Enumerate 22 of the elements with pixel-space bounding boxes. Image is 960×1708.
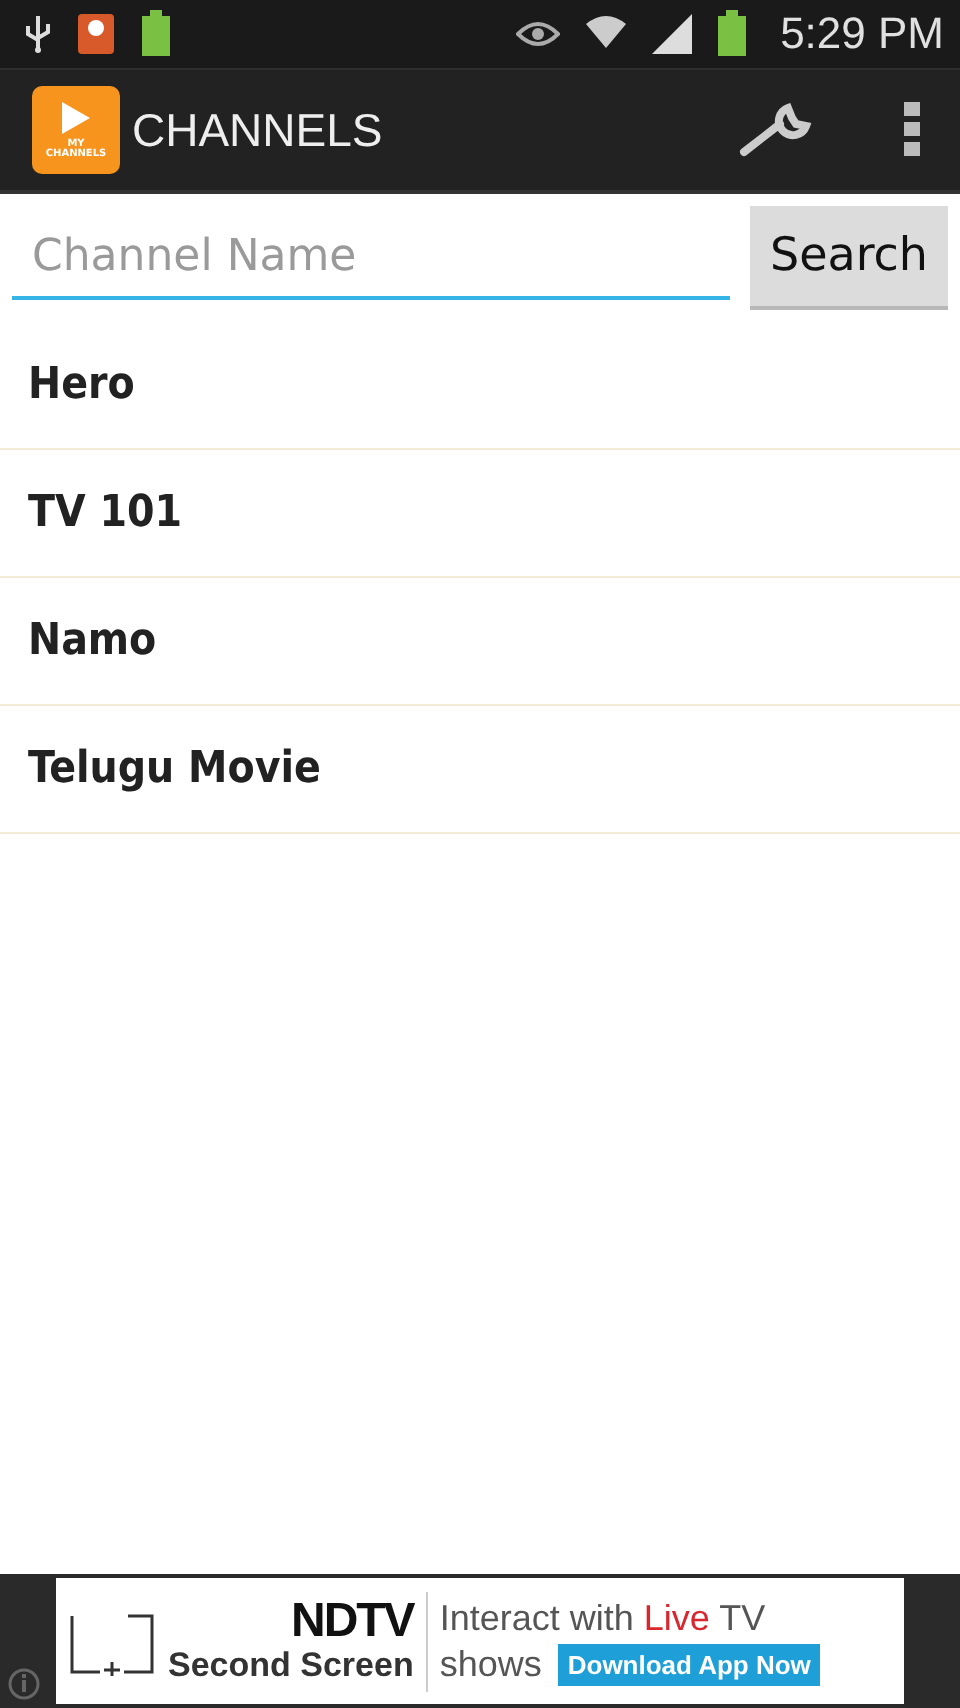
channel-row[interactable]: TV 101 [0, 450, 960, 578]
wrench-icon[interactable] [736, 100, 816, 160]
usb-icon [24, 14, 52, 54]
overflow-menu-icon[interactable] [904, 102, 920, 158]
channel-row[interactable]: Namo [0, 578, 960, 706]
info-icon[interactable] [8, 1668, 40, 1700]
search-button[interactable]: Search [749, 206, 948, 310]
channel-row[interactable]: Hero [0, 322, 960, 450]
battery-full-icon [140, 10, 172, 58]
battery-icon [716, 10, 749, 58]
clock: 5:29 PM [780, 8, 944, 60]
channel-name-field[interactable]: Channel Name [12, 216, 730, 300]
screen-title: CHANNELS [132, 103, 383, 157]
brand-logo-text: NDTV [290, 1597, 414, 1645]
ad-banner[interactable]: NDTV Second Screen Interact with Live TV shows Download App Now [56, 1578, 904, 1704]
eye-icon [516, 20, 561, 48]
ad-headline: Interact with Live TV [439, 1597, 768, 1639]
ad-subline: shows [439, 1643, 542, 1685]
product-name: Second Screen [168, 1645, 414, 1685]
signal-icon [652, 14, 693, 54]
channel-row[interactable]: Telugu Movie [0, 706, 960, 834]
app-notification-icon [76, 12, 116, 56]
